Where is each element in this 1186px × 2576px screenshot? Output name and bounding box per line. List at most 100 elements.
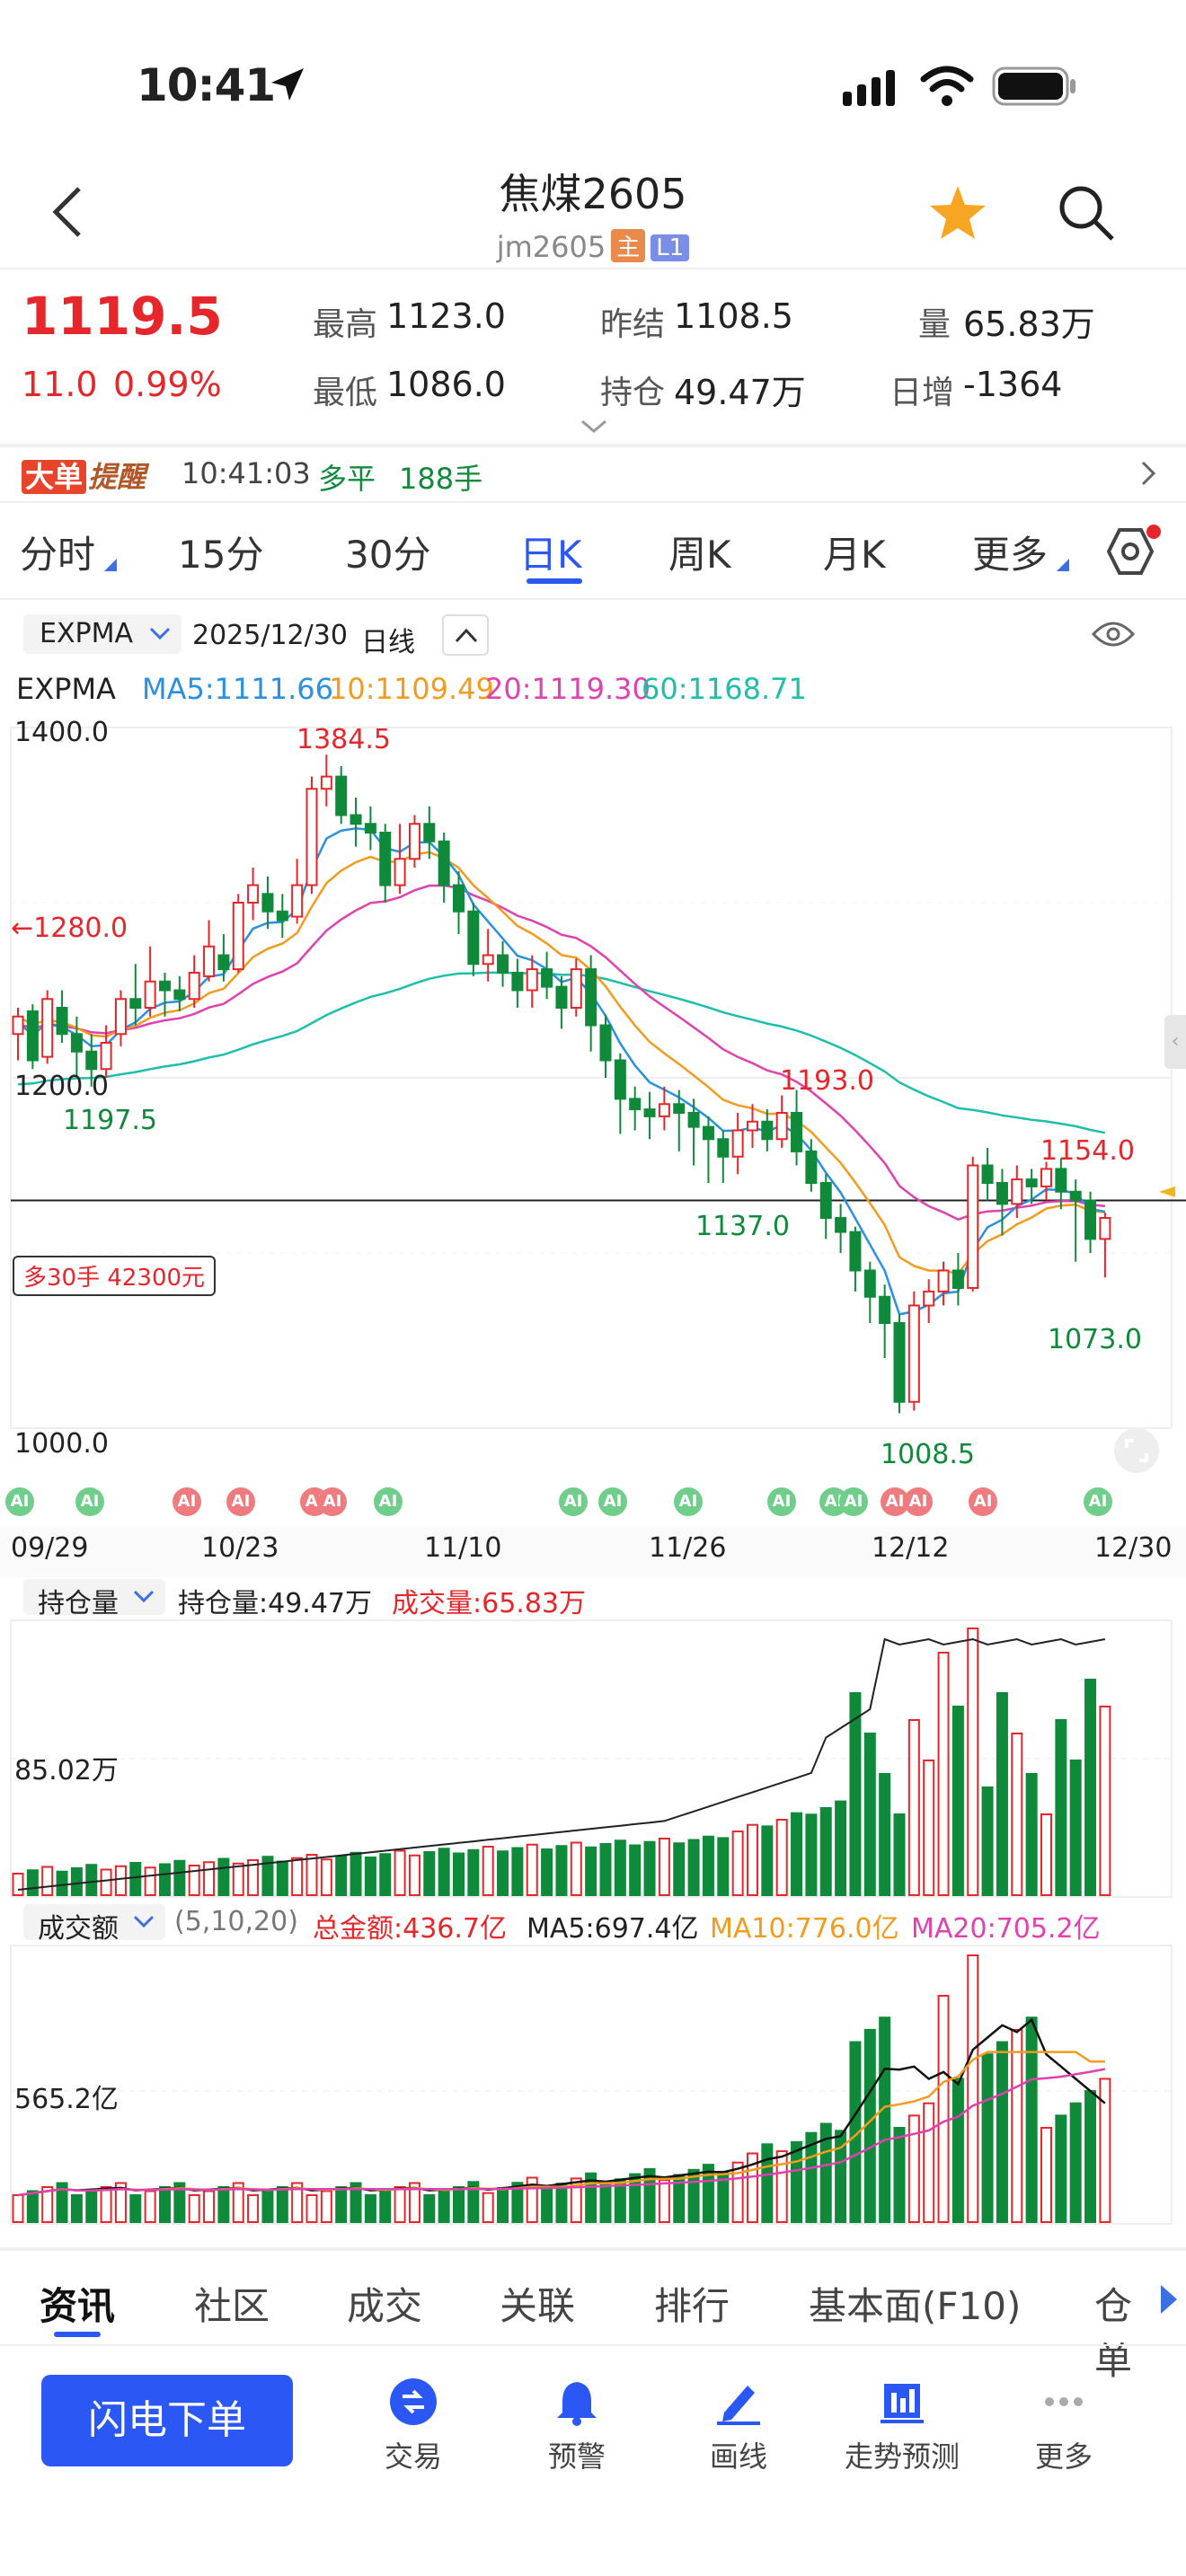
tab-fundamentals[interactable]: 基本面(F10) — [809, 2276, 1021, 2331]
tab-daily-k[interactable]: 日K — [519, 525, 582, 579]
fullscreen-icon[interactable] — [1112, 1426, 1161, 1475]
tab-15min[interactable]: 15分 — [178, 525, 263, 579]
price-change-pct: 0.99% — [113, 365, 222, 404]
candle-body — [423, 823, 436, 842]
expand-chevron-icon[interactable] — [580, 419, 607, 435]
candle-body — [26, 1010, 39, 1062]
volume-bar — [673, 1842, 686, 1896]
ai-signal-marker[interactable]: AI — [674, 1487, 703, 1516]
volume-bar — [217, 1857, 230, 1896]
volume-bar — [350, 1851, 362, 1896]
chart-settings-icon[interactable] — [1098, 525, 1173, 580]
tabs-scroll-right-icon[interactable] — [1159, 2283, 1179, 2316]
position-line-label[interactable]: 多30手 42300元 — [13, 1256, 217, 1296]
candle-body — [291, 884, 304, 918]
ai-signal-marker[interactable]: AI — [1084, 1487, 1112, 1516]
amount-bar — [261, 2190, 274, 2223]
trade-label: 交易 — [384, 2439, 442, 2474]
prev-settle-label: 昨结 — [600, 306, 666, 343]
amount-bar — [379, 2190, 392, 2223]
amount-bar — [879, 2016, 891, 2224]
ema20-line — [17, 884, 1106, 1222]
oi-panel-selector[interactable]: 持仓量 — [23, 1579, 165, 1619]
candle-body — [791, 1112, 803, 1152]
date-label-2: 10/23 — [201, 1532, 279, 1564]
volume-label: 量 — [918, 306, 951, 343]
ai-signal-marker[interactable]: AI — [5, 1487, 34, 1516]
date-label-3: 11/10 — [424, 1532, 502, 1564]
volume-bar — [555, 1845, 568, 1896]
amount-bar — [394, 2186, 406, 2223]
ai-signal-marker[interactable]: AI — [839, 1487, 868, 1516]
amount-bar — [482, 2192, 494, 2224]
more-tool[interactable]: 更多 — [992, 2377, 1136, 2475]
ai-signal-marker[interactable]: AI — [969, 1487, 997, 1516]
indicator-selector[interactable]: EXPMA — [23, 614, 181, 654]
tab-more[interactable]: 更多 — [972, 525, 1048, 579]
more-dots-icon — [1045, 2397, 1083, 2406]
amount-bar — [70, 2194, 83, 2223]
y-axis-top-label: 1400.0 — [14, 717, 109, 748]
tab-monthly-k[interactable]: 月K — [823, 525, 886, 579]
volume-bar — [923, 1760, 935, 1896]
flash-order-button[interactable]: 闪电下单 — [41, 2375, 293, 2466]
collapse-button[interactable] — [442, 614, 489, 656]
candle-body — [85, 1050, 98, 1071]
candle-body — [232, 902, 244, 971]
draw-tool[interactable]: 画线 — [667, 2377, 810, 2475]
search-icon[interactable] — [1057, 183, 1116, 243]
amount-bar — [217, 2186, 230, 2223]
ai-signal-marker[interactable]: AI — [598, 1487, 627, 1516]
ai-signal-marker[interactable]: AI — [904, 1487, 933, 1516]
tab-news[interactable]: 资讯 — [40, 2276, 115, 2331]
volume-oi-chart[interactable] — [0, 1617, 1186, 1901]
tab-related[interactable]: 关联 — [500, 2276, 575, 2331]
tab-warehouse[interactable]: 仓单 — [1094, 2276, 1164, 2386]
amount-bar — [276, 2186, 288, 2223]
tab-trades[interactable]: 成交 — [347, 2276, 422, 2331]
tab-community[interactable]: 社区 — [194, 2276, 270, 2331]
forecast-chart-icon — [881, 2384, 924, 2423]
amount-bar — [497, 2186, 509, 2223]
side-panel-handle[interactable]: ‹ — [1164, 1015, 1186, 1069]
ai-signal-marker[interactable]: AI — [374, 1487, 403, 1516]
ai-signal-marker[interactable]: AI — [226, 1487, 255, 1516]
candle-body — [981, 1164, 994, 1184]
visibility-eye-icon[interactable] — [1091, 618, 1136, 650]
ai-signal-marker[interactable]: AI — [318, 1487, 347, 1516]
chart-date: 2025/12/30 — [192, 620, 348, 651]
candle-body — [408, 823, 420, 860]
candle-body — [1025, 1178, 1038, 1187]
tab-weekly-k[interactable]: 周K — [668, 525, 731, 579]
candlestick-chart[interactable] — [0, 710, 1186, 1473]
amount-chart[interactable] — [0, 1942, 1186, 2228]
alert-chevron-right-icon[interactable] — [1139, 460, 1157, 487]
chevron-up-icon — [455, 628, 478, 643]
ai-signal-marker[interactable]: AI — [173, 1487, 201, 1516]
ai-signal-marker[interactable]: AI — [559, 1487, 588, 1516]
amount-bar — [791, 2140, 803, 2223]
volume-bar — [599, 1843, 612, 1896]
tab-ranking[interactable]: 排行 — [654, 2276, 730, 2331]
favorite-star-icon[interactable] — [927, 183, 988, 243]
amount-bar — [599, 2183, 612, 2223]
trade-tool[interactable]: 交易 — [341, 2377, 485, 2475]
reminder-tag: 提醒 — [88, 460, 146, 494]
tab-30min[interactable]: 30分 — [345, 525, 430, 579]
ai-signal-marker[interactable]: AI — [767, 1487, 796, 1516]
volume-bar — [687, 1839, 700, 1896]
low-mark-1008: 1008.5 — [881, 1439, 975, 1470]
amount-panel-selector[interactable]: 成交额 — [23, 1904, 165, 1945]
ai-signal-marker[interactable]: AI — [75, 1487, 104, 1516]
volume-bar — [805, 1813, 818, 1896]
candle-body — [555, 985, 568, 1010]
forecast-tool[interactable]: 走势预测 — [830, 2377, 974, 2475]
amount-bar — [85, 2190, 98, 2223]
amount-bar — [100, 2186, 112, 2223]
amount-bar — [923, 2102, 935, 2223]
alarm-tool[interactable]: 预警 — [505, 2377, 649, 2475]
amount-bar — [967, 1954, 979, 2223]
tab-intraday[interactable]: 分时 — [20, 525, 95, 579]
big-order-alert-badge[interactable]: 大单 提醒 — [22, 454, 146, 496]
candle-body — [159, 980, 171, 992]
